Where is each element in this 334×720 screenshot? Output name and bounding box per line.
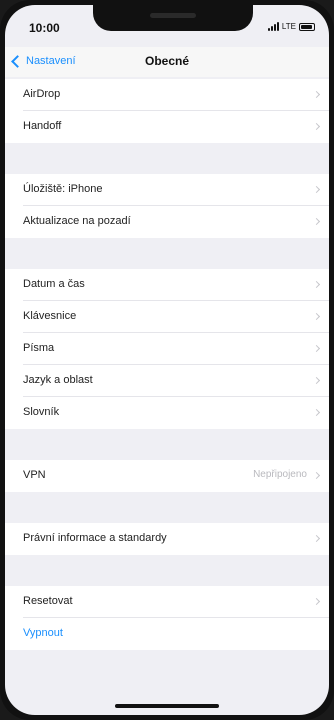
chevron-right-icon [312, 376, 321, 385]
row-label: Vypnout [23, 627, 63, 639]
settings-row-keyboard[interactable]: Klávesnice [5, 301, 329, 333]
settings-row-reset[interactable]: Resetovat [5, 586, 329, 618]
chevron-right-icon [312, 408, 321, 417]
screen: 10:00 LTE Nastavení Obecné AirDrop Hando… [5, 5, 329, 715]
status-time: 10:00 [29, 21, 60, 35]
settings-row-vpn[interactable]: VPN Nepřipojeno [5, 460, 329, 492]
battery-icon [299, 22, 315, 31]
settings-row-handoff[interactable]: Handoff [5, 111, 329, 143]
navigation-bar: Nastavení Obecné [5, 47, 329, 77]
row-label: Klávesnice [23, 310, 77, 322]
chevron-right-icon [312, 471, 321, 480]
chevron-right-icon [312, 312, 321, 321]
chevron-right-icon [312, 344, 321, 353]
row-label: Resetovat [23, 595, 73, 607]
settings-row-airdrop[interactable]: AirDrop [5, 79, 329, 111]
network-label: LTE [281, 22, 296, 31]
settings-row-legal[interactable]: Právní informace a standardy [5, 523, 329, 555]
row-label: Slovník [23, 406, 60, 418]
settings-row-date-time[interactable]: Datum a čas [5, 269, 329, 301]
chevron-right-icon [312, 122, 321, 131]
settings-row-fonts[interactable]: Písma [5, 333, 329, 365]
vpn-status: Nepřipojeno [253, 469, 307, 480]
row-label: Písma [23, 342, 55, 354]
status-icons: LTE [267, 22, 315, 31]
home-indicator[interactable] [115, 704, 219, 708]
speaker [150, 13, 196, 18]
settings-row-dictionary[interactable]: Slovník [5, 397, 329, 429]
chevron-right-icon [312, 597, 321, 606]
phone-frame: 10:00 LTE Nastavení Obecné AirDrop Hando… [0, 0, 334, 720]
row-label: Handoff [23, 120, 62, 132]
settings-row-storage[interactable]: Úložiště: iPhone [5, 174, 329, 206]
page-title: Obecné [144, 54, 189, 68]
row-label: AirDrop [23, 88, 61, 100]
settings-row-background-refresh[interactable]: Aktualizace na pozadí [5, 206, 329, 238]
row-label: Úložiště: iPhone [23, 183, 103, 195]
row-label: VPN [23, 469, 46, 481]
row-label: Aktualizace na pozadí [23, 215, 131, 227]
chevron-right-icon [312, 534, 321, 543]
shutdown-button[interactable]: Vypnout [5, 618, 329, 650]
chevron-right-icon [312, 217, 321, 226]
row-label: Jazyk a oblast [23, 374, 93, 386]
row-label: Právní informace a standardy [23, 532, 167, 544]
chevron-right-icon [312, 185, 321, 194]
settings-row-language-region[interactable]: Jazyk a oblast [5, 365, 329, 397]
signal-icon [267, 22, 279, 31]
notch [93, 5, 253, 31]
row-label: Datum a čas [23, 278, 85, 290]
chevron-right-icon [312, 90, 321, 99]
chevron-right-icon [312, 280, 321, 289]
